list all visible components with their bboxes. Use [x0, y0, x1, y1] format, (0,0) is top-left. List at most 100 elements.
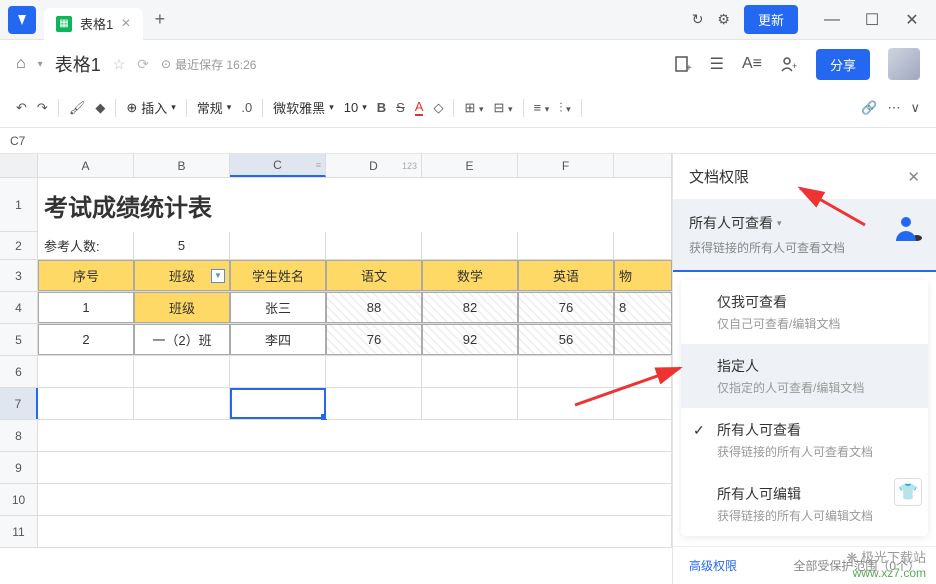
document-tab[interactable]: ▦ 表格1 × [44, 8, 143, 40]
cell-reference[interactable]: C7 [0, 128, 936, 154]
fill-color-button[interactable]: ◇ [433, 100, 443, 116]
decimal-icon[interactable]: .0 [241, 100, 252, 115]
borders-button[interactable]: ⊞ ▾ [464, 100, 483, 116]
row-header-9[interactable]: 9 [0, 452, 38, 483]
row-header-1[interactable]: 1 [0, 178, 38, 231]
app-logo[interactable] [8, 6, 36, 34]
text-format-icon[interactable]: A≡ [742, 55, 762, 73]
current-permission[interactable]: 所有人可查看 ▾ 获得链接的所有人可查看文档 [673, 199, 936, 272]
table-header-math[interactable]: 数学 [422, 260, 518, 291]
table-header-name[interactable]: 学生姓名 [230, 260, 326, 291]
cell-d4[interactable]: 88 [326, 292, 422, 323]
cell-d5[interactable]: 76 [326, 324, 422, 355]
perm-option-all-edit[interactable]: 所有人可编辑 获得链接的所有人可编辑文档 [681, 472, 928, 536]
cell-a5[interactable]: 2 [38, 324, 134, 355]
row-header-5[interactable]: 5 [0, 324, 38, 355]
collaborator-icon[interactable]: + [780, 55, 798, 73]
update-button[interactable]: 更新 [744, 5, 798, 34]
minimize-button[interactable]: — [812, 0, 852, 40]
number-format-menu[interactable]: 常规 ▾ [197, 98, 232, 117]
link-button[interactable]: 🔗 [861, 100, 877, 116]
cell-c5[interactable]: 李四 [230, 324, 326, 355]
strike-button[interactable]: S [396, 100, 405, 115]
cell-d2[interactable] [326, 232, 422, 259]
clear-format-icon[interactable]: ◆ [95, 100, 105, 116]
list-icon[interactable]: ☰ [710, 54, 724, 74]
font-size-menu[interactable]: 10 ▾ [344, 100, 367, 115]
cell-a2[interactable]: 参考人数: [38, 232, 134, 259]
row-header-7[interactable]: 7 [0, 388, 38, 419]
panel-close-icon[interactable]: ✕ [907, 168, 920, 186]
cell-c4[interactable]: 张三 [230, 292, 326, 323]
cell-g4[interactable]: 8 [614, 292, 672, 323]
sheet-title-cell[interactable]: 考试成绩统计表 [38, 178, 672, 232]
cell-e4[interactable]: 82 [422, 292, 518, 323]
text-color-button[interactable]: A [415, 99, 424, 116]
col-header-b[interactable]: B [134, 154, 230, 177]
bold-button[interactable]: B [377, 100, 386, 115]
cell-b2[interactable]: 5 [134, 232, 230, 259]
row-header-2[interactable]: 2 [0, 232, 38, 259]
cell-c2[interactable] [230, 232, 326, 259]
share-button[interactable]: 分享 [816, 49, 870, 80]
cell-b4[interactable]: 班级 [134, 292, 230, 323]
row-header-11[interactable]: 11 [0, 516, 38, 547]
table-header-class[interactable]: 班级▼ [134, 260, 230, 291]
row-header-3[interactable]: 3 [0, 260, 38, 291]
cell-f4[interactable]: 76 [518, 292, 614, 323]
tab-close-icon[interactable]: × [121, 15, 130, 33]
perm-option-only-me[interactable]: 仅我可查看 仅自己可查看/编辑文档 [681, 280, 928, 344]
select-all-corner[interactable] [0, 154, 38, 177]
cloud-icon[interactable]: ⟳ [137, 56, 149, 73]
undo-button[interactable]: ↶ [16, 100, 27, 116]
home-icon[interactable]: ⌂ [16, 55, 26, 73]
insert-menu[interactable]: ⊕ 插入 ▾ [126, 98, 175, 117]
home-dropdown-icon[interactable]: ▾ [38, 59, 43, 70]
sync-icon[interactable]: ↻ [692, 11, 704, 28]
col-header-e[interactable]: E [422, 154, 518, 177]
more-actions-icon[interactable]: ⋯ [887, 100, 900, 116]
selected-cell-c7[interactable] [230, 388, 326, 419]
filter-icon[interactable]: ▼ [211, 269, 225, 283]
redo-button[interactable]: ↷ [37, 100, 48, 116]
valign-button[interactable]: ⫶ ▾ [559, 100, 570, 116]
col-header-a[interactable]: A [38, 154, 134, 177]
user-avatar[interactable] [888, 48, 920, 80]
table-header-chinese[interactable]: 语文 [326, 260, 422, 291]
row-header-6[interactable]: 6 [0, 356, 38, 387]
cell-g5[interactable] [614, 324, 672, 355]
merge-button[interactable]: ⊟ ▾ [494, 100, 513, 116]
star-icon[interactable]: ☆ [113, 56, 126, 73]
perm-option-specified[interactable]: 指定人 仅指定的人可查看/编辑文档 [681, 344, 928, 408]
close-button[interactable]: ✕ [892, 0, 932, 40]
table-header-extra[interactable]: 物 [614, 260, 672, 291]
cell-f2[interactable] [518, 232, 614, 259]
cell-a4[interactable]: 1 [38, 292, 134, 323]
align-button[interactable]: ≡ ▾ [534, 100, 550, 115]
col-header-c[interactable]: C≡ [230, 154, 326, 177]
advanced-perm-link[interactable]: 高级权限 [689, 557, 737, 574]
cell-e2[interactable] [422, 232, 518, 259]
table-header-num[interactable]: 序号 [38, 260, 134, 291]
row-header-4[interactable]: 4 [0, 292, 38, 323]
cell-e5[interactable]: 92 [422, 324, 518, 355]
perm-option-all-view[interactable]: ✓ 所有人可查看 获得链接的所有人可查看文档 [681, 408, 928, 472]
tab-add-button[interactable]: + [155, 9, 166, 30]
format-painter-icon[interactable]: 🖌 [69, 100, 86, 116]
spreadsheet-grid[interactable]: A B C≡ D123 E F 1 考试成绩统计表 2 参考人数: 5 3 序号 [0, 154, 672, 584]
cell-b5[interactable]: 一（2）班 [134, 324, 230, 355]
expand-toolbar-icon[interactable]: ∨ [910, 100, 920, 116]
new-doc-icon[interactable]: + [674, 55, 692, 73]
col-header-d[interactable]: D123 [326, 154, 422, 177]
table-header-english[interactable]: 英语 [518, 260, 614, 291]
font-family-menu[interactable]: 微软雅黑 ▾ [273, 98, 334, 117]
cell-g2[interactable] [614, 232, 672, 259]
row-header-10[interactable]: 10 [0, 484, 38, 515]
cell-f5[interactable]: 56 [518, 324, 614, 355]
maximize-button[interactable]: ☐ [852, 0, 892, 40]
feedback-icon[interactable]: 👕 [894, 478, 922, 506]
col-header-f[interactable]: F [518, 154, 614, 177]
row-header-8[interactable]: 8 [0, 420, 38, 451]
settings-icon[interactable]: ⚙ [717, 11, 730, 28]
col-header-extra[interactable] [614, 154, 672, 177]
